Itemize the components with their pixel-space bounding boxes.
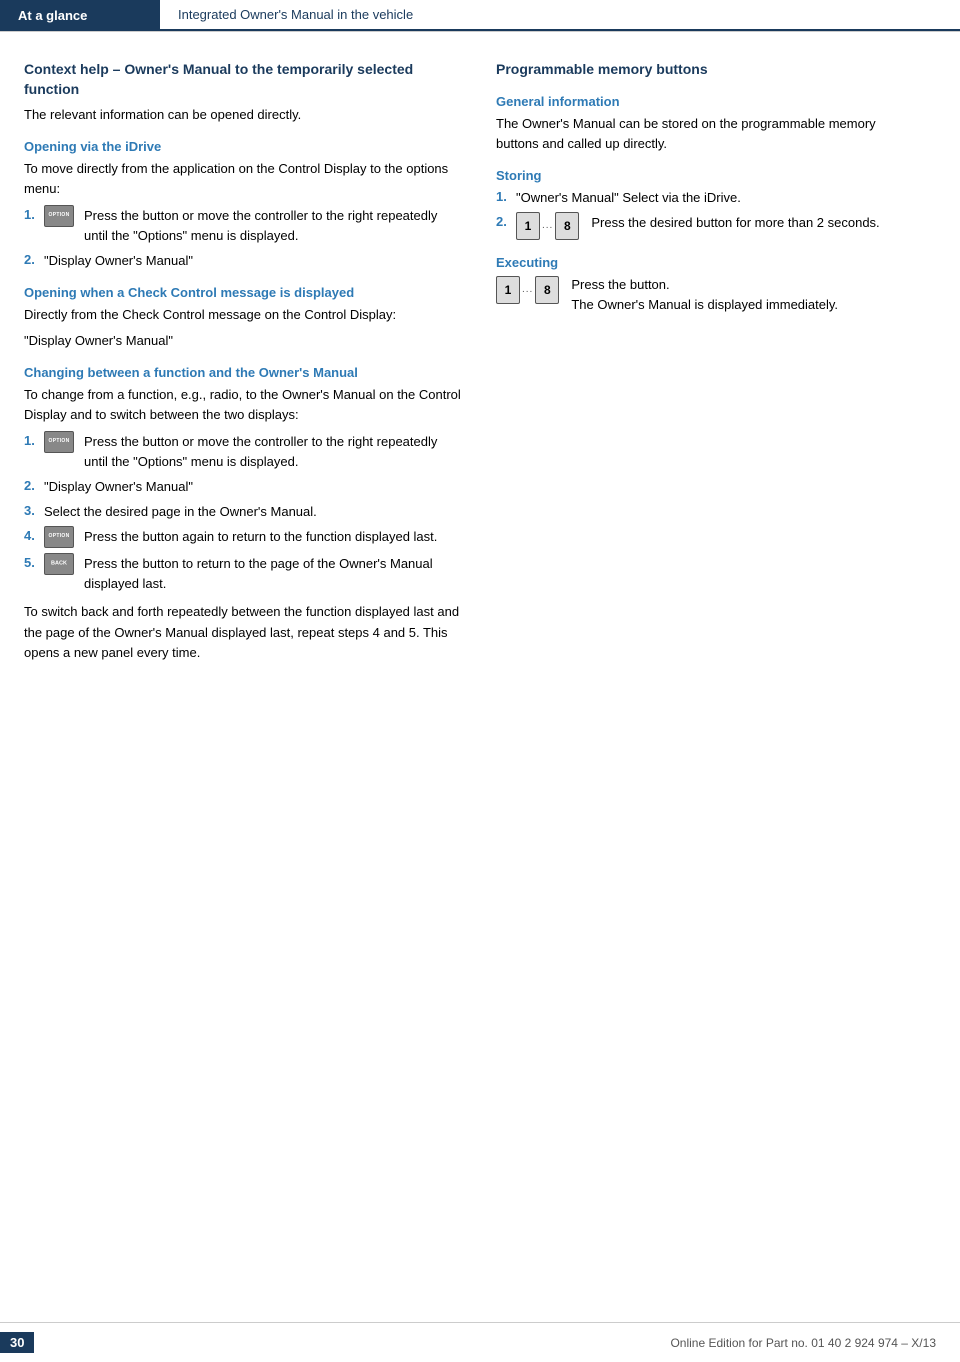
changing-step-1: 1. Press the button or move the controll…	[24, 432, 464, 472]
changing-step-5-text: Press the button to return to the page o…	[84, 554, 464, 594]
idrive-step-2: 2. "Display Owner's Manual"	[24, 251, 464, 271]
main-content: Context help – Owner's Manual to the tem…	[0, 32, 960, 689]
right-section-title: Programmable memory buttons	[496, 60, 916, 80]
header-section: Integrated Owner's Manual in the vehicle	[160, 0, 960, 31]
chapter-label: At a glance	[18, 8, 87, 23]
changing-step-4: 4. Press the button again to return to t…	[24, 527, 464, 549]
subsection-title-check-control: Opening when a Check Control message is …	[24, 285, 464, 300]
subsection-title-changing: Changing between a function and the Owne…	[24, 365, 464, 380]
changing-step-4-text: Press the button again to return to the …	[84, 527, 437, 547]
subsection-title-executing: Executing	[496, 255, 916, 270]
storing-step-2: 2. 1 ... 8 Press the desired button for …	[496, 213, 916, 241]
subsection-title-idrive: Opening via the iDrive	[24, 139, 464, 154]
page-footer: 30 Online Edition for Part no. 01 40 2 9…	[0, 1322, 960, 1362]
section-intro: The relevant information can be opened d…	[24, 105, 464, 125]
footer-note: To switch back and forth repeatedly betw…	[24, 602, 464, 662]
idrive-step-1-text: Press the button or move the controller …	[84, 206, 464, 246]
changing-step-1-text: Press the button or move the controller …	[84, 432, 464, 472]
storing-step-2-text: Press the desired button for more than 2…	[591, 213, 879, 233]
changing-step-2: 2. "Display Owner's Manual"	[24, 477, 464, 497]
check-control-quote: "Display Owner's Manual"	[24, 331, 464, 351]
idrive-step-2-text: "Display Owner's Manual"	[44, 251, 464, 271]
header-chapter: At a glance	[0, 0, 160, 31]
option-button-icon	[44, 205, 74, 227]
check-control-intro: Directly from the Check Control message …	[24, 305, 464, 325]
online-edition-text: Online Edition for Part no. 01 40 2 924 …	[670, 1336, 936, 1350]
subsection-title-storing: Storing	[496, 168, 916, 183]
storing-step-1-text: "Owner's Manual" Select via the iDrive.	[516, 188, 916, 208]
executing-text: Press the button.The Owner's Manual is d…	[571, 275, 838, 315]
general-info-text: The Owner's Manual can be stored on the …	[496, 114, 916, 154]
changing-step-5: 5. Press the button to return to the pag…	[24, 554, 464, 594]
storing-step-1: 1. "Owner's Manual" Select via the iDriv…	[496, 188, 916, 208]
page-header: At a glance Integrated Owner's Manual in…	[0, 0, 960, 32]
memory-button-icon-executing: 1 ... 8	[496, 276, 559, 304]
idrive-step-1: 1. Press the button or move the controll…	[24, 206, 464, 246]
right-column: Programmable memory buttons General info…	[496, 60, 916, 669]
changing-intro: To change from a function, e.g., radio, …	[24, 385, 464, 425]
subsection-title-general-info: General information	[496, 94, 916, 109]
executing-step-1: 1 ... 8 Press the button.The Owner's Man…	[496, 275, 916, 315]
back-button-icon	[44, 553, 74, 575]
memory-button-icon-storing: 1 ... 8	[516, 212, 579, 240]
option-button-icon-3	[44, 526, 74, 548]
idrive-intro: To move directly from the application on…	[24, 159, 464, 199]
section-label: Integrated Owner's Manual in the vehicle	[178, 7, 413, 22]
option-button-icon-2	[44, 431, 74, 453]
page-number: 30	[0, 1332, 34, 1353]
left-column: Context help – Owner's Manual to the tem…	[24, 60, 464, 669]
left-section-title: Context help – Owner's Manual to the tem…	[24, 60, 464, 99]
changing-step-2-text: "Display Owner's Manual"	[44, 477, 464, 497]
changing-step-3-text: Select the desired page in the Owner's M…	[44, 502, 464, 522]
changing-step-3: 3. Select the desired page in the Owner'…	[24, 502, 464, 522]
